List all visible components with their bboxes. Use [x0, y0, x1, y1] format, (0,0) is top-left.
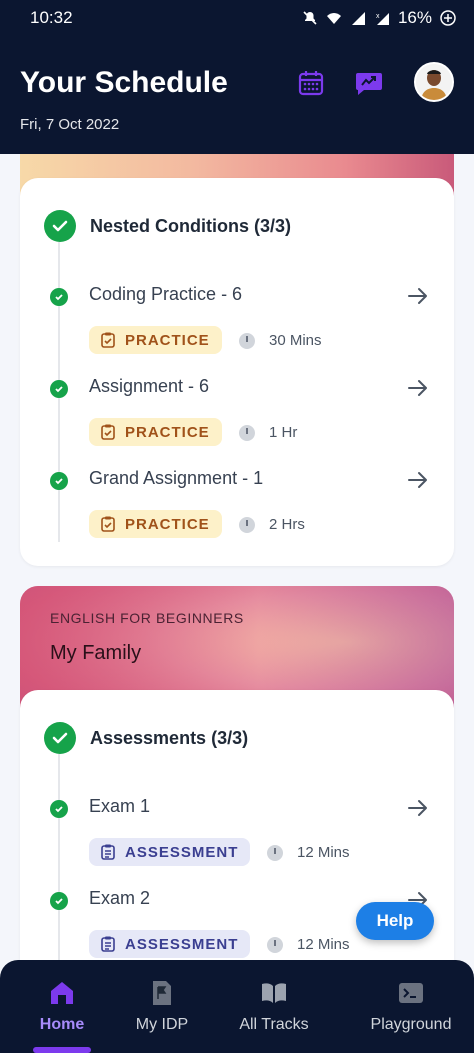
item-title: Assignment - 6	[89, 376, 210, 396]
nav-label: Playground	[370, 1016, 452, 1033]
item-title: Exam 1	[89, 796, 151, 816]
calendar-button[interactable]	[294, 66, 328, 100]
mute-icon	[303, 11, 317, 25]
home-icon	[51, 982, 73, 1004]
nav-label: All Tracks	[239, 1016, 309, 1033]
nav-all-tracks[interactable]: All Tracks	[200, 960, 348, 1053]
module-header: Assessments (3/3)	[44, 722, 248, 754]
nav-active-indicator	[33, 1047, 91, 1053]
duration-label: 2 Hrs	[269, 516, 305, 533]
module-header: Nested Conditions (3/3)	[44, 210, 291, 242]
assessment-tag: ASSESSMENT	[89, 930, 251, 958]
check-dot-icon	[50, 800, 68, 818]
list-item[interactable]: Coding Practice - 6 PRACTICE 30 Mins	[20, 282, 454, 372]
duration: 2 Hrs	[239, 516, 305, 533]
clipboard-icon	[101, 516, 115, 532]
svg-text:x: x	[376, 13, 380, 20]
tag-label: PRACTICE	[125, 515, 210, 533]
duration: 30 Mins	[239, 332, 322, 349]
duration: 12 Mins	[267, 936, 350, 953]
course-category: ENGLISH FOR BEGINNERS	[50, 610, 244, 626]
assessment-tag: ASSESSMENT	[89, 838, 251, 866]
duration-label: 12 Mins	[297, 936, 350, 953]
status-time: 10:32	[30, 8, 73, 27]
module-title: Nested Conditions (3/3)	[90, 215, 292, 236]
arrow-right-icon[interactable]	[406, 284, 430, 308]
avatar[interactable]	[414, 62, 454, 102]
book-icon	[262, 983, 286, 1003]
clock-icon	[239, 332, 255, 349]
bottom-nav: Home My IDP All Tracks Playground	[0, 960, 474, 1053]
arrow-right-icon[interactable]	[406, 376, 430, 400]
wifi-icon	[326, 13, 341, 24]
clock-icon	[267, 844, 283, 861]
check-circle-icon	[44, 210, 76, 242]
item-title: Coding Practice - 6	[89, 284, 243, 304]
page-date: Fri, 7 Oct 2022	[20, 116, 120, 133]
page-title: Your Schedule	[20, 66, 228, 99]
nav-home[interactable]: Home	[0, 960, 124, 1053]
nav-label: Home	[39, 1016, 85, 1033]
tag-label: PRACTICE	[125, 331, 210, 349]
terminal-icon	[399, 983, 423, 1003]
app-header: Your Schedule Fri, 7 Oct 2022	[0, 36, 474, 154]
course-name: My Family	[50, 642, 142, 664]
schedule-list[interactable]: Nested Conditions (3/3) Coding Practice …	[0, 154, 474, 960]
chat-icon	[356, 73, 382, 95]
module-title: Assessments (3/3)	[90, 727, 249, 748]
nav-playground[interactable]: Playground	[348, 960, 474, 1053]
duration-label: 30 Mins	[269, 332, 322, 349]
document-flag-icon	[153, 981, 171, 1005]
help-button[interactable]: Help	[356, 902, 434, 940]
duration: 1 Hr	[239, 424, 297, 441]
check-circle-icon	[44, 722, 76, 754]
chat-button[interactable]	[352, 66, 386, 100]
status-bar: 10:32 x 16%	[0, 0, 474, 36]
nav-label: My IDP	[135, 1016, 189, 1033]
check-dot-icon	[50, 380, 68, 398]
signal-icon	[351, 12, 365, 25]
practice-tag: PRACTICE	[89, 326, 222, 354]
arrow-right-icon[interactable]	[406, 796, 430, 820]
practice-tag: PRACTICE	[89, 418, 222, 446]
tag-label: PRACTICE	[125, 423, 210, 441]
signal-x-icon: x	[376, 13, 389, 25]
check-dot-icon	[50, 472, 68, 490]
item-title: Exam 2	[89, 888, 151, 908]
status-icons: x 16%	[302, 8, 456, 28]
profile-photo	[416, 64, 452, 100]
tag-label: ASSESSMENT	[125, 935, 239, 953]
clipboard-icon	[101, 332, 115, 348]
module-card: Nested Conditions (3/3) Coding Practice …	[20, 178, 454, 566]
clock-icon	[239, 516, 255, 533]
arrow-right-icon[interactable]	[406, 468, 430, 492]
practice-tag: PRACTICE	[89, 510, 222, 538]
item-title: Grand Assignment - 1	[89, 468, 264, 488]
list-item[interactable]: Assignment - 6 PRACTICE 1 Hr	[20, 374, 454, 464]
clock-icon	[239, 424, 255, 441]
duration-label: 12 Mins	[297, 844, 350, 861]
clipboard-icon	[101, 424, 115, 440]
battery-level: 16%	[397, 8, 432, 27]
battery-icon	[440, 10, 456, 26]
clipboard-list-icon	[101, 936, 115, 952]
clipboard-list-icon	[101, 844, 115, 860]
calendar-icon	[298, 71, 324, 96]
check-dot-icon	[50, 892, 68, 910]
nav-my-idp[interactable]: My IDP	[124, 960, 200, 1053]
duration: 12 Mins	[267, 844, 350, 861]
tag-label: ASSESSMENT	[125, 843, 239, 861]
list-item[interactable]: Grand Assignment - 1 PRACTICE 2 Hrs	[20, 466, 454, 556]
check-dot-icon	[50, 288, 68, 306]
list-item[interactable]: Exam 1 ASSESSMENT 12 Mins	[20, 794, 454, 884]
duration-label: 1 Hr	[269, 424, 298, 441]
clock-icon	[267, 936, 283, 953]
